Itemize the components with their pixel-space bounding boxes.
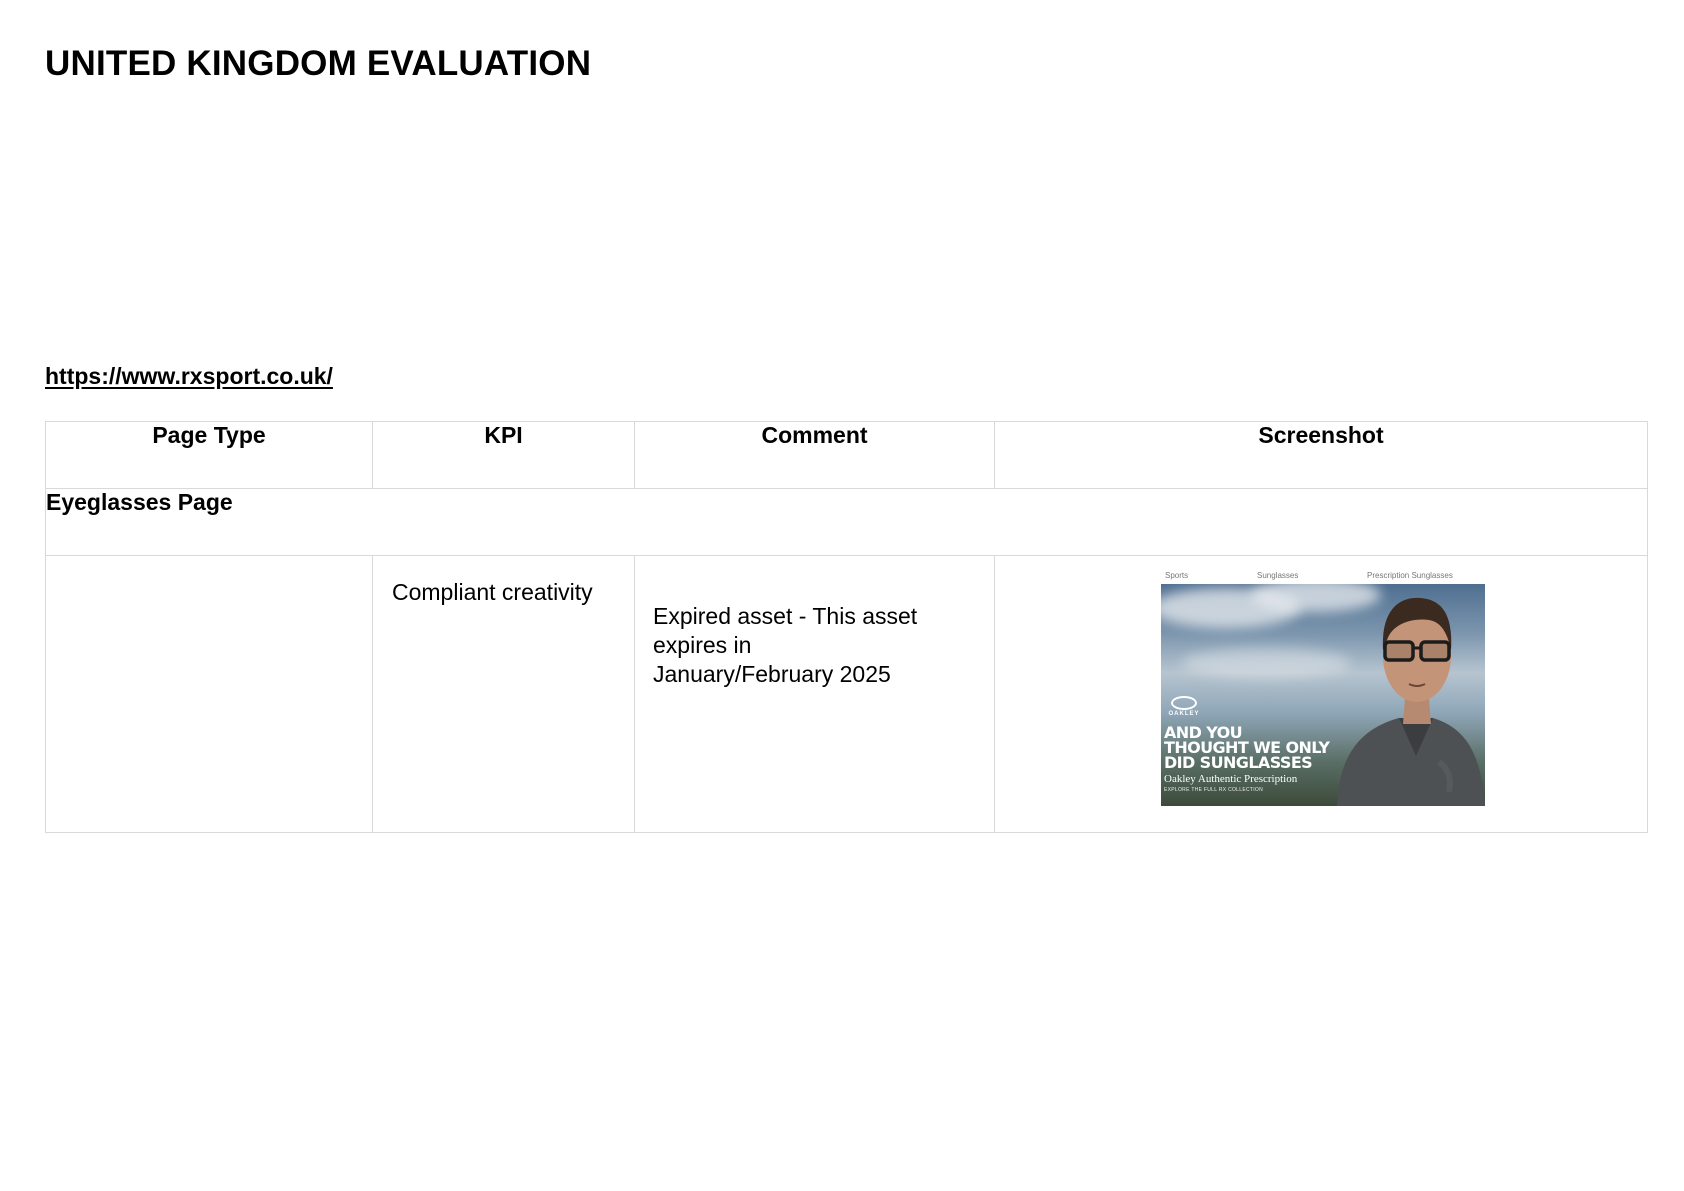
page-type-cell [45,555,373,833]
kpi-text: Compliant creativity [392,579,593,605]
banner-tagline: EXPLORE THE FULL RX COLLECTION [1164,787,1264,793]
header-page-type: Page Type [45,421,373,489]
banner-subhead: Oakley Authentic Prescription [1164,773,1298,785]
screenshot-nav-item: Sunglasses [1257,571,1299,580]
kpi-cell: Compliant creativity [372,555,635,833]
screenshot-nav-item: Sports [1165,571,1189,580]
section-title: Eyeglasses Page [45,488,1648,556]
comment-cell: Expired asset - This asset expires in Ja… [634,555,995,833]
comment-text: Expired asset - This asset expires in Ja… [653,603,918,687]
screenshot-cell: Sports Sunglasses Prescription Sunglasse… [994,555,1648,833]
model-with-glasses-image [1337,597,1485,806]
table-header-row: Page Type KPI Comment Screenshot [45,421,1648,489]
table-row: Compliant creativity Expired asset - Thi… [45,555,1648,833]
site-url-link[interactable]: https://www.rxsport.co.uk/ [45,363,333,390]
banner-headline: AND YOU THOUGHT WE ONLY DID SUNGLASSES [1164,725,1330,772]
banner-headline-line: DID SUNGLASSES [1164,753,1313,772]
page-title: UNITED KINGDOM EVALUATION [45,44,592,83]
promo-banner: OAKLEY AND YOU THOUGHT WE ONLY DID SUNGL… [1161,584,1485,806]
header-kpi: KPI [372,421,635,489]
screenshot-footer [1161,806,1485,814]
evaluation-table: Page Type KPI Comment Screenshot Eyeglas… [45,421,1648,833]
header-comment: Comment [634,421,995,489]
screenshot-nav-item: Prescription Sunglasses [1367,571,1453,580]
cloud-shape [1181,648,1351,678]
section-row: Eyeglasses Page [45,488,1648,556]
screenshot-image: Sports Sunglasses Prescription Sunglasse… [1161,570,1485,814]
header-screenshot: Screenshot [994,421,1648,489]
oakley-logo-icon: OAKLEY [1165,696,1203,717]
screenshot-nav: Sports Sunglasses Prescription Sunglasse… [1161,570,1485,584]
